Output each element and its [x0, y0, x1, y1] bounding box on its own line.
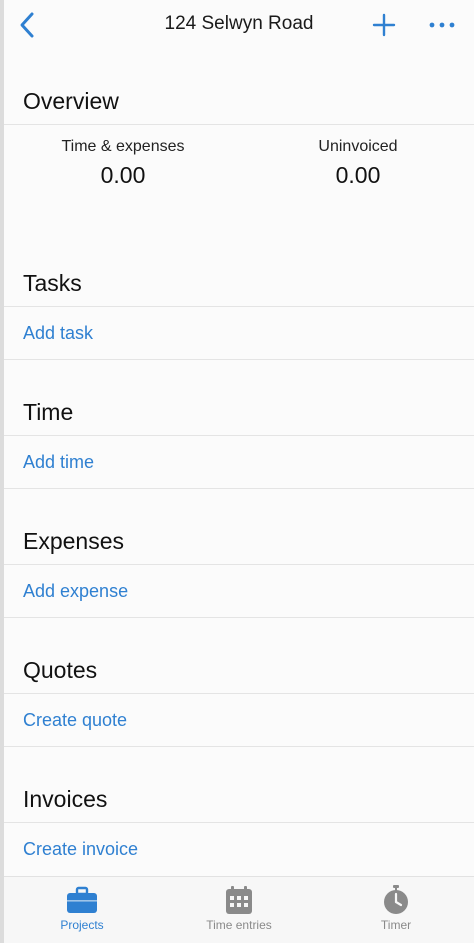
briefcase-icon: [67, 886, 97, 913]
create-invoice-link[interactable]: Create invoice: [23, 839, 138, 860]
ellipsis-icon: [429, 22, 455, 28]
divider: [4, 564, 474, 565]
divider: [4, 359, 474, 360]
divider: [4, 693, 474, 694]
divider: [4, 822, 474, 823]
tasks-heading: Tasks: [23, 270, 82, 296]
divider: [4, 306, 474, 307]
time-expenses-label: Time & expenses: [61, 138, 185, 155]
divider: [4, 746, 474, 747]
time-expenses-value: 0.00: [100, 162, 146, 188]
tab-label: Projects: [60, 918, 104, 932]
overview-heading: Overview: [23, 88, 119, 114]
tab-timer[interactable]: Timer: [318, 877, 474, 943]
divider: [4, 488, 474, 489]
stopwatch-icon: [384, 885, 408, 914]
nav-header: 124 Selwyn Road: [4, 0, 474, 50]
page-title: 124 Selwyn Road: [164, 13, 314, 34]
divider: [4, 435, 474, 436]
add-task-link[interactable]: Add task: [23, 323, 93, 344]
add-button[interactable]: [370, 11, 398, 39]
invoices-heading: Invoices: [23, 786, 108, 812]
project-detail-screen: 124 Selwyn Road Overview Time & expenses…: [4, 0, 474, 943]
divider: [4, 617, 474, 618]
create-quote-link[interactable]: Create quote: [23, 710, 127, 731]
tab-bar: Projects Time entries Timer: [4, 876, 474, 943]
back-button[interactable]: [14, 9, 42, 41]
tab-time-entries[interactable]: Time entries: [161, 877, 317, 943]
plus-icon: [372, 13, 396, 37]
tab-projects[interactable]: Projects: [4, 877, 160, 943]
expenses-heading: Expenses: [23, 528, 125, 554]
add-time-link[interactable]: Add time: [23, 452, 94, 473]
chevron-left-icon: [20, 12, 34, 38]
more-options-button[interactable]: [426, 11, 458, 39]
uninvoiced-stat: Uninvoiced 0.00: [258, 138, 458, 189]
divider: [4, 124, 474, 125]
time-expenses-stat: Time & expenses 0.00: [23, 138, 223, 189]
uninvoiced-label: Uninvoiced: [318, 138, 398, 155]
calendar-icon: [226, 886, 252, 914]
tab-label: Time entries: [206, 918, 272, 932]
add-expense-link[interactable]: Add expense: [23, 581, 128, 602]
time-heading: Time: [23, 399, 74, 425]
uninvoiced-value: 0.00: [335, 162, 381, 188]
tab-label: Timer: [380, 918, 412, 932]
quotes-heading: Quotes: [23, 657, 98, 683]
